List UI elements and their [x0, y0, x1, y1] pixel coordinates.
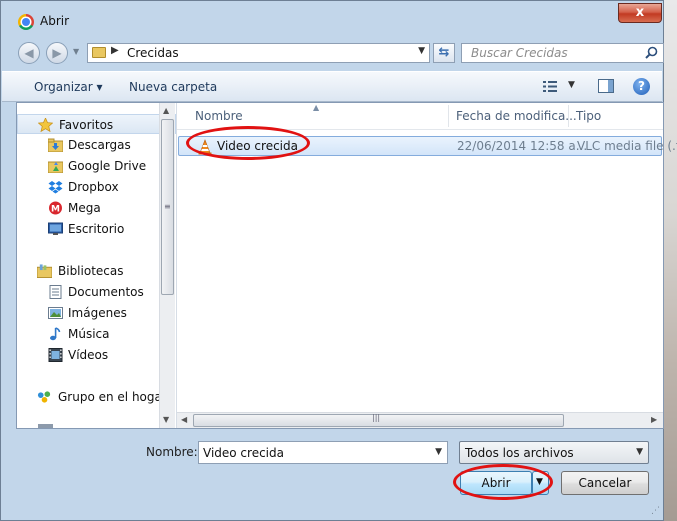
view-options-icon[interactable] — [543, 81, 557, 92]
browser-area: Favoritos Descargas Google Drive Dropbox… — [16, 102, 677, 429]
filename-label: Nombre: — [146, 445, 198, 459]
search-icon[interactable] — [645, 46, 658, 59]
navigation-pane: Favoritos Descargas Google Drive Dropbox… — [17, 103, 176, 428]
nav-item-label: Música — [68, 327, 110, 341]
scroll-down-icon[interactable]: ▼ — [163, 415, 169, 424]
nav-item-google-drive[interactable]: Google Drive — [17, 156, 176, 176]
address-dropdown-icon[interactable]: ▼ — [418, 46, 425, 56]
nav-scrollbar[interactable]: ▲ ≡ ▼ — [159, 103, 175, 428]
column-date[interactable]: Fecha de modifica... — [456, 109, 577, 123]
nav-bibliotecas[interactable]: Bibliotecas — [17, 261, 176, 281]
refresh-button[interactable]: ⇆ — [433, 43, 455, 63]
computer-icon — [38, 424, 53, 428]
annotation-circle-file — [186, 126, 310, 160]
nav-item-label: Documentos — [68, 285, 144, 299]
nav-item-label: Imágenes — [68, 306, 127, 320]
address-bar[interactable]: ▶ Crecidas ▼ — [87, 43, 430, 63]
nav-item-label: Google Drive — [68, 159, 147, 173]
filename-input[interactable]: Video crecida ▼ — [198, 441, 448, 464]
nav-item-label: Descargas — [68, 138, 131, 152]
downloads-folder-icon — [48, 138, 63, 152]
chevron-down-icon[interactable]: ▼ — [636, 447, 643, 457]
svg-text:M: M — [51, 205, 60, 215]
column-type[interactable]: Tipo — [576, 109, 601, 123]
nav-item-imagenes[interactable]: Imágenes — [17, 303, 176, 323]
recent-locations-dropdown[interactable]: ▼ — [73, 47, 79, 56]
organize-menu[interactable]: Organizar ▾ — [34, 80, 103, 94]
resize-grip-icon[interactable]: ⋰ — [651, 506, 660, 516]
file-type-filter[interactable]: Todos los archivos ▼ — [459, 441, 649, 464]
filename-value: Video crecida — [203, 446, 284, 460]
nav-item-mega[interactable]: M Mega — [17, 198, 176, 218]
videos-icon — [48, 348, 63, 362]
nav-item-descargas[interactable]: Descargas — [17, 135, 176, 155]
annotation-circle-open — [453, 464, 553, 500]
preview-pane-icon[interactable] — [598, 79, 614, 93]
nav-grupo-hogar-label: Grupo en el hogar — [58, 390, 167, 404]
file-type-filter-value: Todos los archivos — [465, 446, 574, 460]
star-icon — [38, 118, 53, 132]
help-icon[interactable]: ? — [633, 78, 650, 95]
music-icon — [50, 327, 61, 341]
search-placeholder: Buscar Crecidas — [471, 46, 568, 60]
file-date: 22/06/2014 12:58 a... — [457, 139, 588, 153]
scroll-left-icon[interactable]: ◀ — [181, 415, 187, 424]
documents-icon — [49, 285, 62, 299]
nav-favorites-label: Favoritos — [59, 118, 114, 132]
nav-item-escritorio[interactable]: Escritorio — [17, 219, 176, 239]
nav-item-label: Mega — [68, 201, 101, 215]
organize-label: Organizar — [34, 80, 93, 94]
address-row: ◀ ▶ ▼ ▶ Crecidas ▼ ⇆ Buscar Crecidas — [1, 39, 664, 67]
scroll-grip-icon: ≡ — [164, 202, 171, 211]
google-drive-icon — [48, 161, 63, 173]
open-file-dialog: Abrir x ◀ ▶ ▼ ▶ Crecidas ▼ ⇆ Buscar Crec… — [0, 0, 677, 521]
nav-item-videos[interactable]: Vídeos — [17, 345, 176, 365]
scroll-right-icon[interactable]: ▶ — [651, 415, 657, 424]
dropbox-icon — [48, 181, 63, 194]
close-button[interactable]: x — [618, 3, 662, 23]
pictures-icon — [48, 307, 63, 319]
desktop-icon — [48, 222, 63, 235]
nav-item-label: Vídeos — [68, 348, 109, 362]
nav-favorites[interactable]: Favoritos — [17, 114, 176, 134]
scroll-grip-icon: ||| — [372, 413, 381, 422]
nav-item-dropbox[interactable]: Dropbox — [17, 177, 176, 197]
filename-dropdown-icon[interactable]: ▼ — [435, 447, 442, 457]
mega-icon: M — [49, 201, 62, 215]
hscroll-thumb[interactable]: ||| — [193, 413, 564, 427]
file-type: VLC media file (.f — [577, 139, 677, 153]
cancel-button-label: Cancelar — [578, 476, 632, 490]
command-toolbar: Organizar ▾ Nueva carpeta ▼ ? — [2, 71, 662, 102]
column-divider[interactable] — [448, 105, 449, 127]
forward-button[interactable]: ▶ — [46, 42, 68, 64]
breadcrumb-separator-icon[interactable]: ▶ — [111, 45, 119, 56]
nav-bibliotecas-label: Bibliotecas — [58, 264, 124, 278]
homegroup-icon — [37, 391, 51, 403]
breadcrumb-current-folder[interactable]: Crecidas — [127, 46, 179, 60]
nav-item-musica[interactable]: Música — [17, 324, 176, 344]
column-name[interactable]: Nombre — [195, 109, 243, 123]
file-list-hscrollbar[interactable]: ◀ ||| ▶ — [177, 412, 663, 428]
column-divider[interactable] — [568, 105, 569, 127]
sort-ascending-icon: ▲ — [313, 103, 320, 112]
nav-item-label: Escritorio — [68, 222, 125, 236]
back-button[interactable]: ◀ — [18, 42, 40, 64]
nav-scroll-thumb[interactable]: ≡ — [161, 119, 174, 295]
nav-next-partial — [17, 421, 176, 428]
scroll-up-icon[interactable]: ▲ — [163, 106, 169, 115]
chrome-icon — [18, 14, 34, 30]
new-folder-button[interactable]: Nueva carpeta — [129, 80, 217, 94]
search-input[interactable]: Buscar Crecidas — [461, 43, 664, 63]
folder-icon — [92, 47, 106, 58]
window-title: Abrir — [40, 14, 70, 28]
libraries-icon — [37, 264, 52, 278]
title-bar: Abrir x — [1, 1, 663, 39]
view-dropdown-icon[interactable]: ▼ — [568, 80, 575, 90]
nav-item-documentos[interactable]: Documentos — [17, 282, 176, 302]
nav-item-label: Dropbox — [68, 180, 119, 194]
nav-grupo-hogar[interactable]: Grupo en el hogar — [17, 387, 176, 407]
cancel-button[interactable]: Cancelar — [561, 471, 649, 495]
